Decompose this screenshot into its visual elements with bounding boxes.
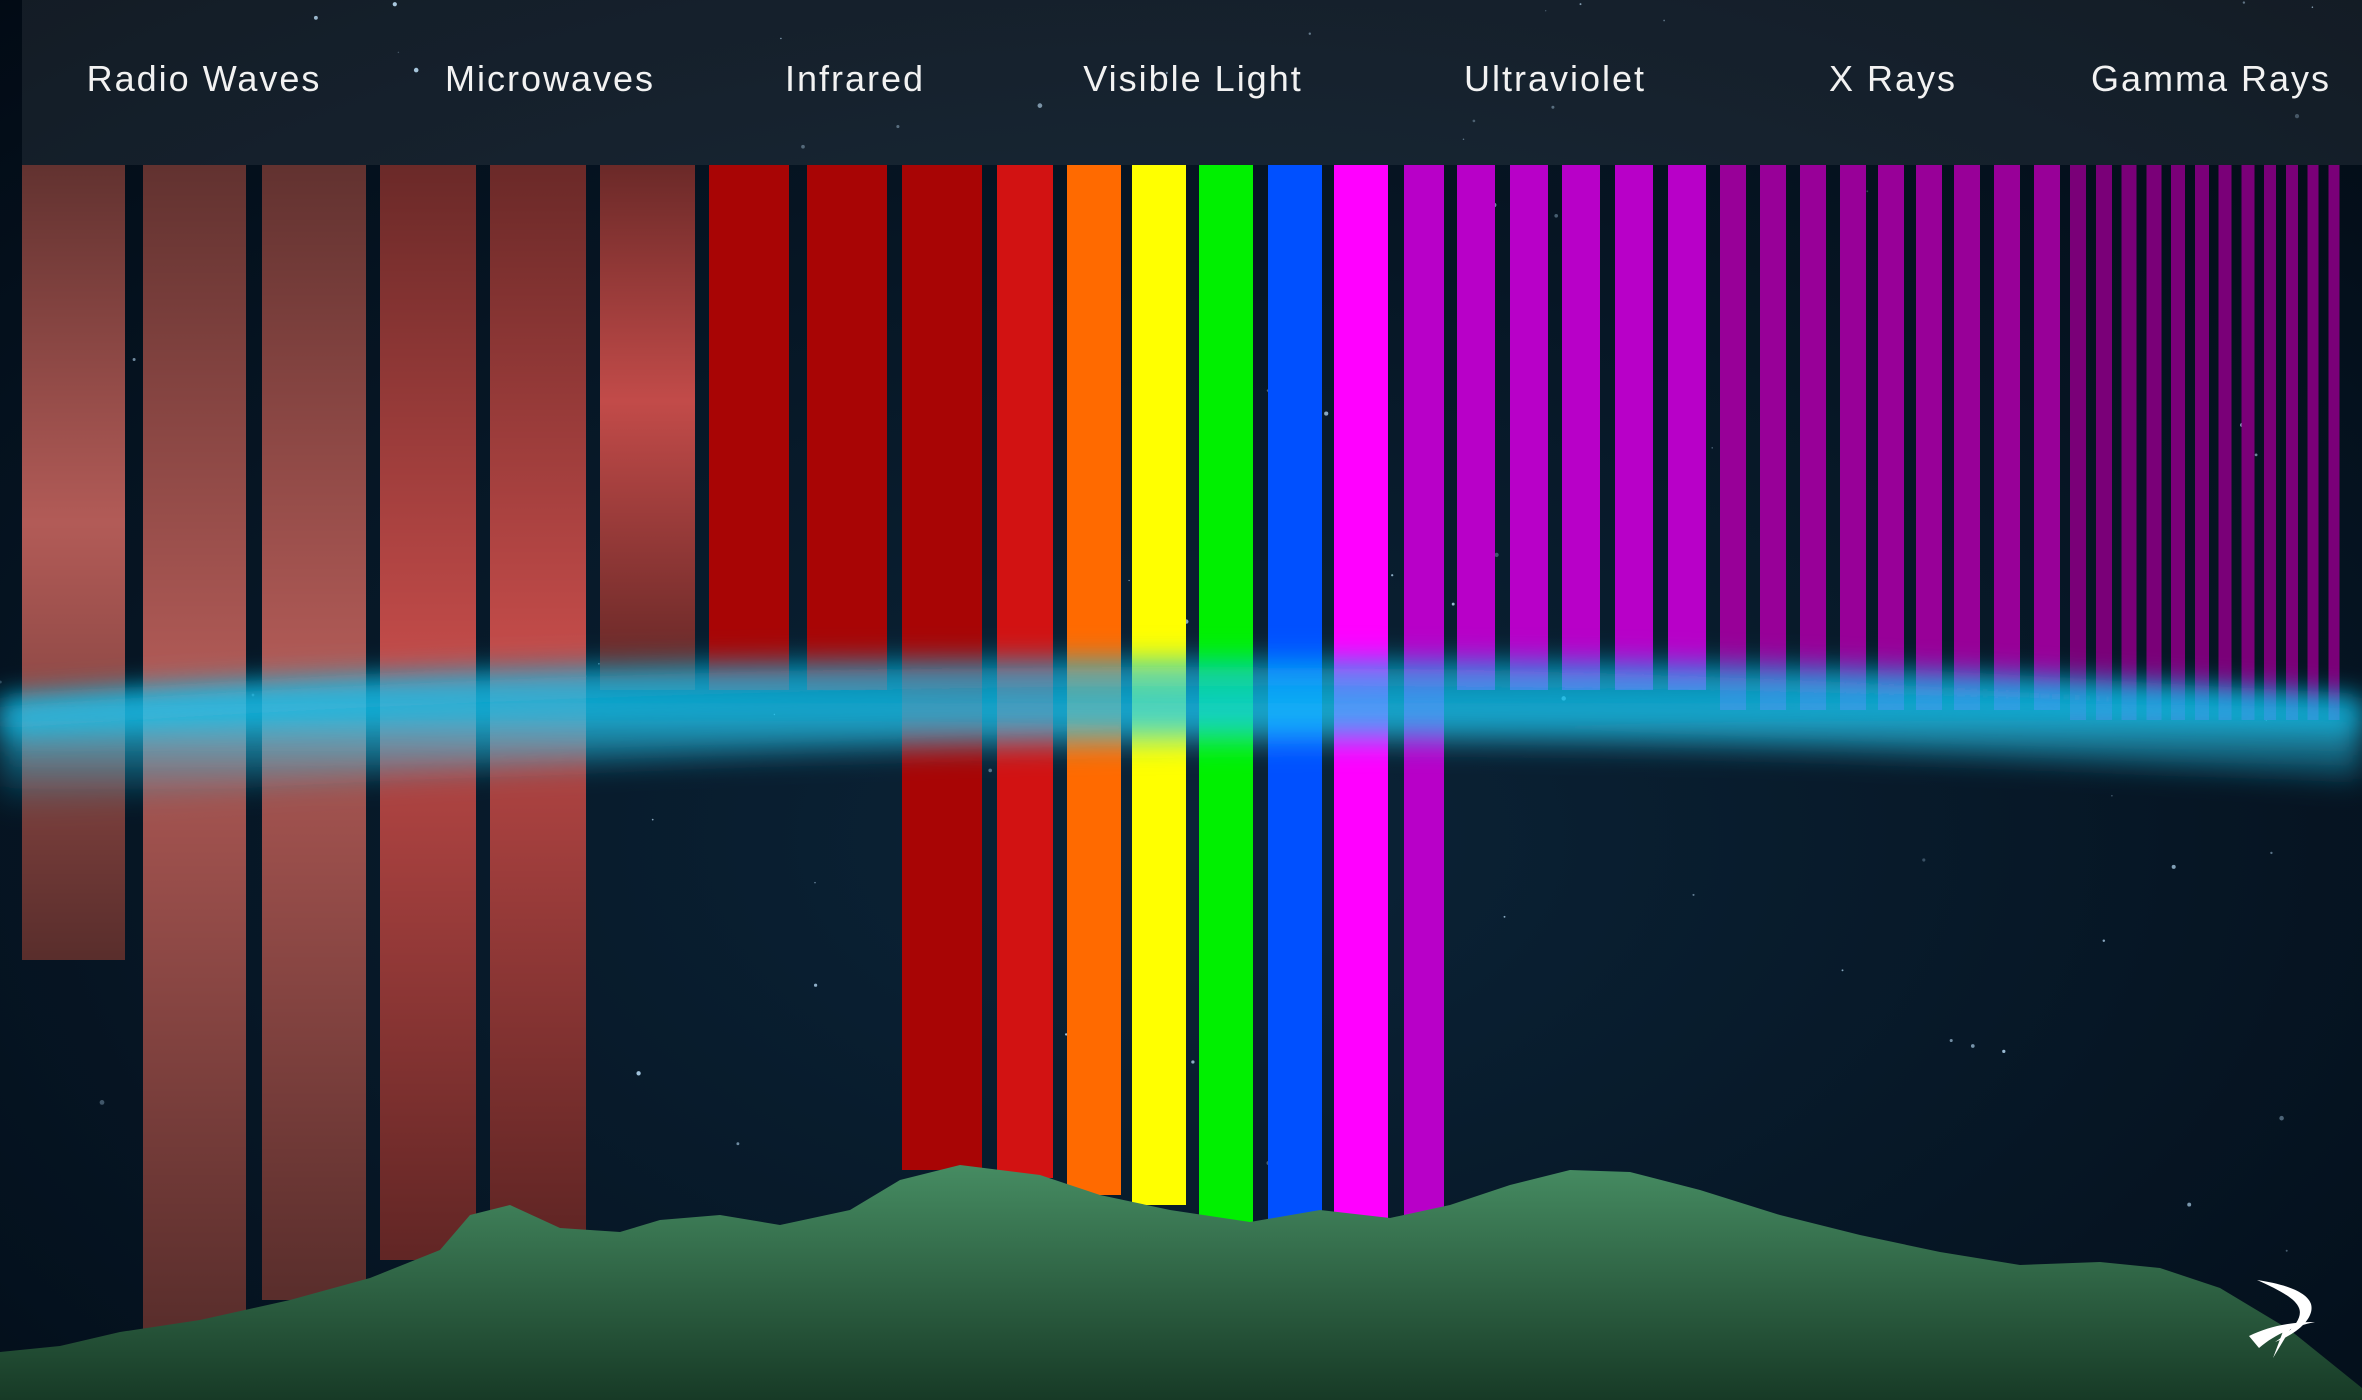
spectrum-bar-gamma-30 — [2070, 165, 2086, 720]
star — [1841, 969, 1844, 972]
star — [1191, 1060, 1195, 1064]
star — [2171, 864, 2176, 869]
star — [651, 818, 654, 821]
star — [736, 1142, 740, 1146]
star — [1711, 447, 1713, 449]
star — [636, 1071, 641, 1076]
spectrum-bar-xray-24 — [1840, 165, 1866, 710]
star — [1922, 858, 1926, 862]
star — [1554, 213, 1559, 218]
spectrum-bar-gamma-34 — [2171, 165, 2185, 720]
star — [1324, 411, 1329, 416]
label-ultraviolet: Ultraviolet — [1463, 58, 1647, 99]
star — [1949, 1038, 1953, 1043]
spectrum-bar-gamma-38 — [2264, 165, 2276, 720]
star — [2285, 1249, 2288, 1252]
spectrum-bar-ultraviolet-16 — [1457, 165, 1495, 690]
star — [814, 881, 816, 884]
star — [2002, 1049, 2006, 1054]
spectrum-bar-gamma-35 — [2195, 165, 2209, 720]
spectrum-bar-xray-29 — [2034, 165, 2060, 710]
spectrum-bar-xray-27 — [1954, 165, 1980, 710]
spectrum-bar-xray-26 — [1916, 165, 1942, 710]
star — [99, 1100, 105, 1105]
spectrum-bar-gamma-37 — [2241, 165, 2255, 720]
label-radio-waves: Radio Waves — [86, 58, 322, 99]
star — [1494, 552, 1499, 558]
star — [1451, 602, 1455, 606]
star — [132, 358, 136, 361]
spectrum-bar-xray-21 — [1720, 165, 1746, 710]
label-infrared: Infrared — [784, 58, 926, 99]
spectrum-bar-ultraviolet-18 — [1562, 165, 1600, 690]
star — [2102, 939, 2106, 943]
spectrum-bar-gamma-36 — [2218, 165, 2232, 720]
spectrum-bar-gamma-32 — [2121, 165, 2137, 720]
spectrum-bar-xray-28 — [1994, 165, 2020, 710]
spectrum-bar-xray-22 — [1760, 165, 1786, 710]
spectrum-bar-shade-5 — [600, 165, 695, 690]
spectrum-bar-shade-0 — [22, 165, 125, 960]
spectrum-illustration — [0, 0, 2362, 1400]
spectrum-bar-infrared-7 — [807, 165, 887, 690]
label-x-rays: X Rays — [1828, 58, 1958, 99]
spectrum-bar-ultraviolet-19 — [1615, 165, 1653, 690]
spectrum-bar-gamma-41 — [2328, 165, 2340, 720]
spectrum-bar-gamma-39 — [2286, 165, 2298, 720]
star — [2187, 1202, 2192, 1207]
star — [1866, 190, 1869, 193]
spectrum-bar-gamma-31 — [2096, 165, 2112, 720]
star — [2279, 1115, 2284, 1121]
star — [1970, 1044, 1975, 1048]
star — [1692, 893, 1695, 896]
label-visible-light: Visible Light — [1083, 58, 1303, 99]
spectrum-bar-xray-25 — [1878, 165, 1904, 710]
spectrum-bar-ultraviolet-20 — [1668, 165, 1706, 690]
star — [1503, 915, 1506, 918]
band-labels: Radio Waves Microwaves Infrared Visible … — [0, 0, 2362, 165]
spectrum-bar-xray-23 — [1800, 165, 1826, 710]
spectrum-bar-infrared-6 — [709, 165, 789, 690]
star — [813, 983, 818, 987]
star — [2111, 795, 2113, 797]
spectrum-bar-gamma-40 — [2307, 165, 2319, 720]
swoosh-logo-icon — [2249, 1280, 2315, 1358]
label-microwaves: Microwaves — [444, 58, 656, 99]
label-gamma-rays: Gamma Rays — [2090, 58, 2332, 99]
spectrum-bar-gamma-33 — [2146, 165, 2162, 720]
electromagnetic-spectrum-scene: Radio Waves Microwaves Infrared Visible … — [0, 0, 2362, 1400]
spectrum-bar-ultraviolet-17 — [1510, 165, 1548, 690]
star — [1128, 579, 1130, 582]
star — [988, 768, 993, 773]
star — [1391, 574, 1394, 577]
star — [2270, 851, 2273, 855]
star — [2254, 453, 2258, 457]
